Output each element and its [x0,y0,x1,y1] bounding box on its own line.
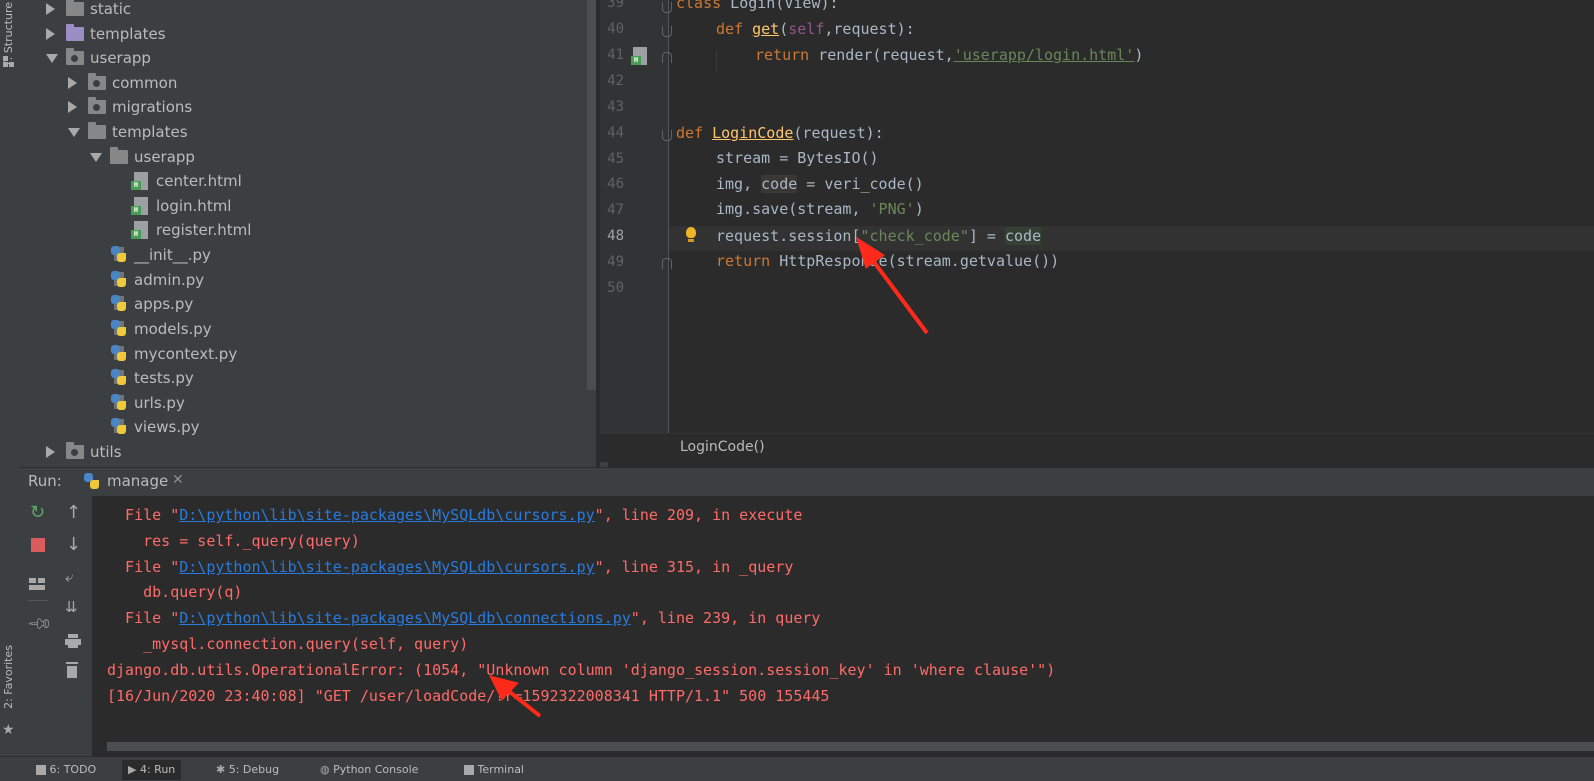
annotation-arrows [489,236,929,718]
annotation-arrow [489,675,542,718]
annotation-arrow [856,236,929,335]
